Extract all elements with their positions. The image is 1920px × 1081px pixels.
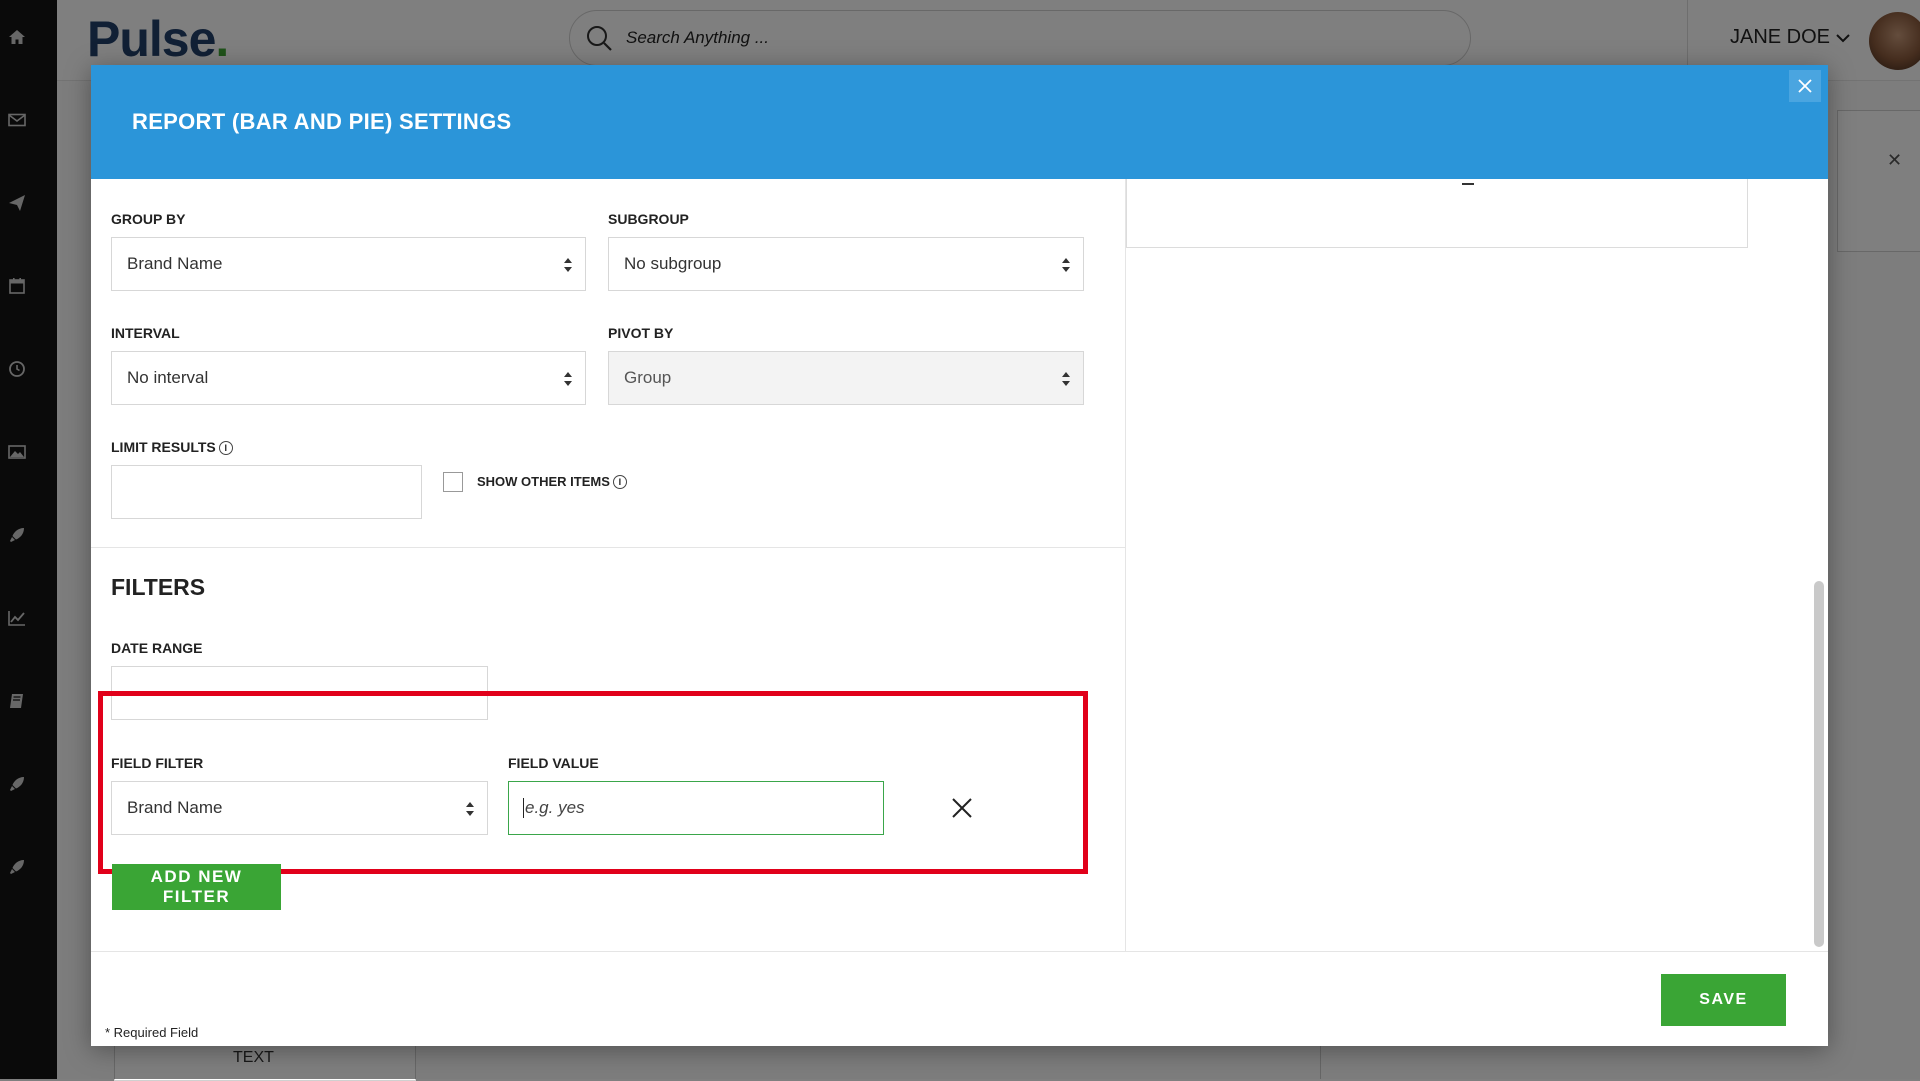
remove-filter-icon[interactable]: [951, 797, 973, 819]
modal-header: REPORT (BAR AND PIE) SETTINGS: [91, 65, 1828, 179]
group-by-value: Brand Name: [127, 254, 223, 273]
interval-select[interactable]: No interval: [111, 351, 586, 405]
section-divider: [91, 547, 1125, 548]
interval-value: No interval: [127, 368, 209, 387]
chart-preview-box: [1126, 179, 1748, 248]
limit-results-label: LIMIT RESULTS i: [111, 439, 233, 455]
text-caret: [523, 798, 524, 818]
subgroup-label: SUBGROUP: [608, 211, 689, 227]
preview-column: [1126, 179, 1828, 951]
subgroup-select[interactable]: No subgroup: [608, 237, 1084, 291]
select-arrows-icon: [1062, 372, 1070, 386]
group-by-label: GROUP BY: [111, 211, 186, 227]
filters-heading: FILTERS: [111, 574, 206, 600]
modal-scrollbar-thumb[interactable]: [1814, 581, 1824, 947]
modal-footer: [91, 951, 1828, 1047]
save-button[interactable]: SAVE: [1661, 974, 1786, 1026]
limit-results-input[interactable]: [111, 465, 422, 519]
select-arrows-icon: [564, 372, 572, 386]
close-icon: [1798, 79, 1812, 93]
modal-title: REPORT (BAR AND PIE) SETTINGS: [132, 109, 512, 134]
field-value-input[interactable]: e.g. yes: [508, 781, 884, 835]
group-by-select[interactable]: Brand Name: [111, 237, 586, 291]
add-new-filter-button[interactable]: ADD NEW FILTER: [112, 864, 281, 910]
date-range-label: DATE RANGE: [111, 640, 203, 656]
show-other-items-checkbox[interactable]: [443, 472, 463, 492]
select-arrows-icon: [1062, 258, 1070, 272]
field-value-placeholder: e.g. yes: [525, 798, 585, 817]
subgroup-value: No subgroup: [624, 254, 722, 273]
preview-marker: [1462, 179, 1474, 185]
select-arrows-icon: [564, 258, 572, 272]
interval-label: INTERVAL: [111, 325, 180, 341]
pivot-by-select[interactable]: Group: [608, 351, 1084, 405]
pivot-by-value: Group: [624, 368, 672, 387]
show-other-items-label[interactable]: SHOW OTHER ITEMS i: [477, 474, 627, 489]
required-field-note: * Required Field: [105, 1025, 199, 1040]
info-icon[interactable]: i: [218, 441, 233, 455]
pivot-by-label: PIVOT BY: [608, 325, 674, 341]
modal-close-button[interactable]: [1789, 70, 1821, 102]
report-settings-modal: REPORT (BAR AND PIE) SETTINGS GROUP BY B…: [91, 65, 1828, 1046]
info-icon[interactable]: i: [612, 475, 627, 489]
